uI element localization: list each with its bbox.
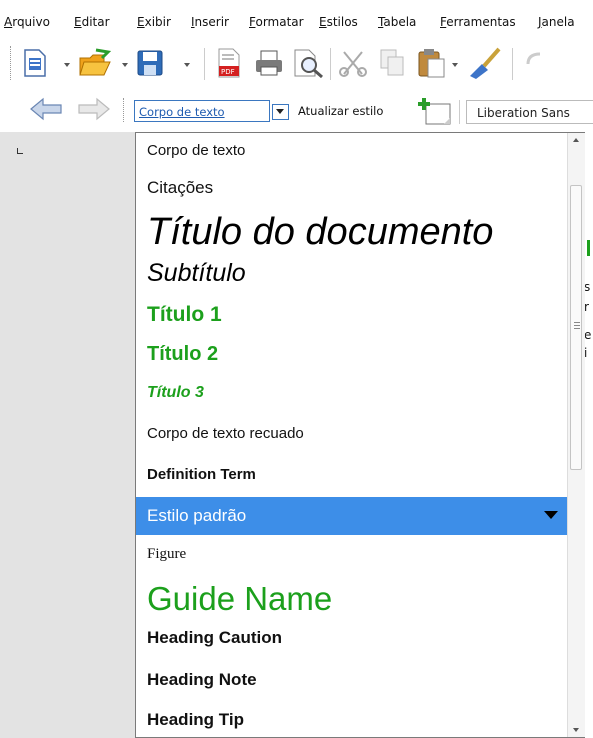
paragraph-style-combo[interactable]: Corpo de texto <box>134 100 270 122</box>
paragraph-style-value: Corpo de texto <box>139 105 225 119</box>
new-style-icon[interactable] <box>418 96 454 126</box>
style-option-definition-term[interactable]: Definition Term <box>136 455 568 495</box>
save-icon[interactable] <box>136 49 164 77</box>
menu-arquivo[interactable]: Arquivo <box>4 15 50 29</box>
svg-text:PDF: PDF <box>221 68 235 76</box>
update-style-button[interactable]: Atualizar estilo <box>298 104 383 118</box>
style-option-corpo-de-texto[interactable]: Corpo de texto <box>136 133 568 169</box>
menu-inserir[interactable]: Inserir <box>191 15 229 29</box>
style-option-guide-name[interactable]: Guide Name <box>136 575 568 623</box>
cut-icon[interactable] <box>338 48 368 78</box>
toolbar-separator <box>459 100 460 124</box>
back-arrow-icon[interactable] <box>28 96 64 122</box>
toolbar-grip[interactable] <box>123 98 126 122</box>
print-preview-icon[interactable] <box>292 48 324 78</box>
open-dropdown-arrow[interactable] <box>122 63 128 67</box>
copy-icon[interactable] <box>378 48 406 78</box>
style-option-heading-note[interactable]: Heading Note <box>136 661 568 701</box>
toolbar-separator <box>512 48 513 80</box>
standard-toolbar: PDF <box>0 38 593 90</box>
style-option-titulo-3[interactable]: Título 3 <box>136 375 568 415</box>
document-gray-margin <box>0 132 136 738</box>
font-name-value: Liberation Sans <box>477 106 570 120</box>
font-name-combo[interactable]: Liberation Sans <box>466 100 593 124</box>
style-option-titulo-1[interactable]: Título 1 <box>136 295 568 335</box>
toolbar-separator <box>330 48 331 80</box>
save-dropdown-arrow[interactable] <box>184 63 190 67</box>
style-option-figure[interactable]: Figure <box>136 535 568 575</box>
paragraph-style-dropdown: Corpo de texto Citações Título do docume… <box>135 132 585 738</box>
clone-formatting-icon[interactable] <box>466 46 502 80</box>
menu-formatar[interactable]: Formatar <box>249 15 304 29</box>
menu-estilos[interactable]: Estilos <box>319 15 358 29</box>
tab-stop-marker <box>17 148 23 154</box>
selected-item-arrow-icon <box>544 511 558 519</box>
dropdown-scrollbar[interactable] <box>567 133 585 737</box>
scroll-down-arrow-icon[interactable] <box>573 728 579 732</box>
new-document-icon[interactable] <box>22 48 48 78</box>
document-page-edge: s r e i <box>584 132 593 738</box>
text-fragment: e <box>584 328 592 342</box>
open-folder-icon[interactable] <box>78 48 112 78</box>
heading-fragment <box>587 240 590 256</box>
menu-tabela[interactable]: Tabela <box>378 15 416 29</box>
export-pdf-icon[interactable]: PDF <box>216 47 242 79</box>
menu-ferramentas[interactable]: Ferramentas <box>440 15 516 29</box>
undo-partial-icon[interactable] <box>524 50 544 78</box>
style-option-titulo-2[interactable]: Título 2 <box>136 335 568 375</box>
style-dropdown-button[interactable] <box>272 104 289 120</box>
menu-editar[interactable]: Editar <box>74 15 110 29</box>
style-option-heading-tip[interactable]: Heading Tip <box>136 701 568 737</box>
menu-exibir[interactable]: Exibir <box>137 15 171 29</box>
style-option-titulo-documento[interactable]: Título do documento <box>136 207 568 257</box>
menu-bar: Arquivo Editar Exibir Inserir Formatar E… <box>0 0 593 38</box>
toolbar-grip[interactable] <box>10 46 13 80</box>
scrollbar-thumb[interactable] <box>570 185 582 470</box>
scroll-up-arrow-icon[interactable] <box>573 138 579 142</box>
paste-dropdown-arrow[interactable] <box>452 63 458 67</box>
paste-icon[interactable] <box>416 47 446 79</box>
print-icon[interactable] <box>254 49 284 77</box>
style-option-estilo-padrao[interactable]: Estilo padrão <box>136 497 568 535</box>
forward-arrow-icon[interactable] <box>76 96 112 122</box>
thumb-grip-icon <box>574 322 580 329</box>
new-dropdown-arrow[interactable] <box>64 63 70 67</box>
menu-janela[interactable]: Janela <box>538 15 575 29</box>
style-option-citacoes[interactable]: Citações <box>136 169 568 207</box>
style-option-heading-caution[interactable]: Heading Caution <box>136 623 568 661</box>
style-option-subtitulo[interactable]: Subtítulo <box>136 257 568 295</box>
toolbar-separator <box>204 48 205 80</box>
style-option-corpo-recuado[interactable]: Corpo de texto recuado <box>136 415 568 455</box>
